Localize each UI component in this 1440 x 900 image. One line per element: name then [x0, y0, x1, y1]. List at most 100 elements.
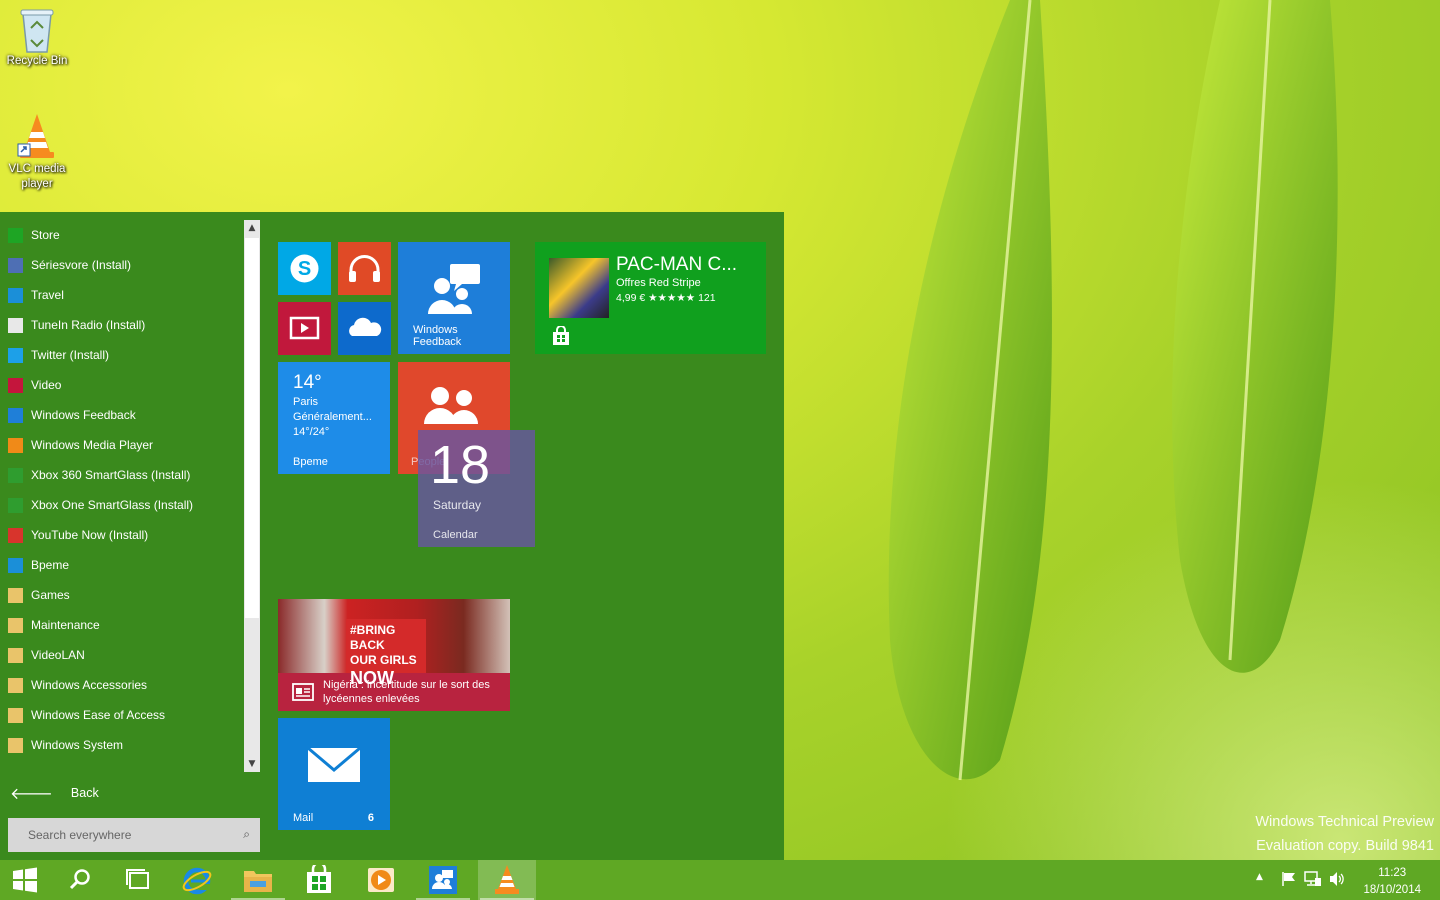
app-list-item[interactable]: Windows Media Player [0, 430, 244, 460]
app-list-item[interactable]: Games [0, 580, 244, 610]
start-button[interactable] [0, 860, 50, 900]
video-icon [289, 316, 320, 340]
app-list-item-label: Travel [31, 288, 64, 302]
media-player-icon [368, 868, 394, 892]
twitter-icon [8, 347, 23, 363]
app-list-item[interactable]: Sériesvore (Install) [0, 250, 244, 280]
mail-unread-count: 6 [367, 812, 374, 824]
scroll-down-icon[interactable]: ▼ [244, 756, 260, 772]
action-center-flag-icon[interactable] [1281, 871, 1297, 891]
app-list-item[interactable]: Windows Feedback [0, 400, 244, 430]
watermark-line-2: Evaluation copy. Build 9841 [1256, 838, 1434, 854]
vlc-cone-icon [17, 114, 54, 158]
folder-icon [8, 677, 23, 693]
news-sign-line-2: OUR GIRLS [350, 653, 417, 667]
app-list-item-label: Maintenance [31, 618, 100, 632]
app-list-item[interactable]: Windows Ease of Access [0, 700, 244, 730]
clock-time: 11:23 [1378, 867, 1407, 879]
clock-date: 18/10/2014 [1363, 884, 1421, 896]
windows-feedback-tile[interactable]: Windows Feedback [398, 242, 510, 354]
folder-icon [8, 587, 23, 603]
scroll-up-icon[interactable]: ▲ [244, 220, 260, 236]
store-button[interactable] [290, 860, 348, 900]
calendar-tile-label: Calendar [433, 529, 478, 541]
internet-explorer-icon [182, 867, 212, 895]
media-player-button[interactable] [352, 860, 410, 900]
app-list-item[interactable]: Video [0, 370, 244, 400]
back-arrow-icon: 🡐 [10, 785, 53, 803]
app-list-item[interactable]: Xbox One SmartGlass (Install) [0, 490, 244, 520]
news-photo-sign: #BRING BACK OUR GIRLS NOW [346, 619, 426, 688]
search-icon: ⌕ [243, 827, 250, 841]
app-list-item-label: YouTube Now (Install) [31, 528, 149, 542]
internet-explorer-button[interactable] [168, 860, 226, 900]
windows-feedback-button[interactable] [414, 860, 472, 900]
app-list-item-label: Windows Ease of Access [31, 708, 166, 722]
weather-temp: 14° [293, 372, 322, 393]
weather-tile[interactable]: 14° Paris Généralement... 14°/24° Bpeme [278, 362, 390, 474]
app-list-item-label: Xbox 360 SmartGlass (Install) [31, 468, 191, 482]
app-list-item[interactable]: Twitter (Install) [0, 340, 244, 370]
vlc-taskbar-button[interactable] [478, 860, 536, 900]
pacman-price-rating: 4,99 € ★★★★★ 121 [616, 292, 716, 304]
app-list-item-label: TuneIn Radio (Install) [31, 318, 146, 332]
pacman-title: PAC-MAN C... [616, 254, 738, 275]
feedback-icon [429, 866, 457, 894]
pacman-thumbnail [549, 258, 609, 318]
app-list-item-label: Games [31, 588, 70, 602]
vlc-desktop-icon[interactable]: VLC media player [1, 112, 73, 192]
app-list-item[interactable]: Bpeme [0, 550, 244, 580]
app-list-item[interactable]: Store [0, 220, 244, 250]
tunein-icon [8, 317, 23, 333]
folder-icon [244, 871, 272, 892]
skype-tile[interactable]: S [278, 242, 331, 295]
task-view-button[interactable] [110, 860, 166, 900]
recycle-bin-label: Recycle Bin [6, 55, 68, 67]
calendar-day: 18 [430, 435, 491, 495]
youtube-icon [8, 527, 23, 543]
weather-city: Paris [293, 396, 319, 408]
search-input[interactable]: Search everywhere ⌕ [8, 818, 260, 852]
folder-icon [8, 707, 23, 723]
scroll-thumb[interactable] [245, 238, 259, 618]
news-headline: Nigéria : incertitude sur le sort des ly… [323, 679, 490, 705]
app-list-item-label: VideoLAN [31, 648, 85, 662]
xbox-icon [8, 467, 23, 483]
app-list-item[interactable]: Windows System [0, 730, 244, 760]
app-list-item[interactable]: YouTube Now (Install) [0, 520, 244, 550]
app-list-item[interactable]: TuneIn Radio (Install) [0, 310, 244, 340]
app-list-item[interactable]: Travel [0, 280, 244, 310]
taskbar: ▲ 11:23 18/10/2014 [0, 860, 1440, 900]
app-list-item[interactable]: Windows Accessories [0, 670, 244, 700]
volume-icon[interactable] [1328, 871, 1346, 891]
taskbar-search-button[interactable] [52, 860, 108, 900]
weather-icon [8, 557, 23, 573]
back-button[interactable]: 🡐 Back [8, 780, 99, 806]
video-tile[interactable] [278, 302, 331, 355]
news-tile[interactable]: #BRING BACK OUR GIRLS NOW Nigéria : ince… [278, 599, 510, 711]
app-list-item[interactable]: Xbox 360 SmartGlass (Install) [0, 460, 244, 490]
build-watermark: Windows Technical Preview Evaluation cop… [1255, 810, 1434, 858]
onedrive-tile[interactable] [338, 302, 391, 355]
feedback-tile-label: Windows Feedback [413, 324, 462, 348]
app-list-item-label: Windows Media Player [31, 438, 154, 452]
skype-icon: S [290, 254, 319, 283]
recycle-bin-icon [20, 9, 54, 53]
recycle-bin-desktop-icon[interactable]: Recycle Bin [1, 6, 73, 69]
watermark-line-1: Windows Technical Preview [1255, 814, 1434, 830]
show-hidden-icons-button[interactable]: ▲ [1256, 872, 1263, 882]
store-icon [307, 865, 331, 893]
pacman-store-tile[interactable]: PAC-MAN C... Offres Red Stripe 4,99 € ★★… [535, 242, 766, 354]
apps-scrollbar[interactable]: ▲ ▼ [244, 220, 260, 772]
pacman-publisher: Offres Red Stripe [616, 277, 701, 289]
music-tile[interactable] [338, 242, 391, 295]
file-explorer-button[interactable] [229, 860, 287, 900]
calendar-tile[interactable]: 18 Saturday Calendar [418, 430, 535, 547]
mail-tile[interactable]: Mail 6 [278, 718, 390, 830]
network-icon[interactable] [1304, 871, 1322, 891]
task-view-icon [126, 869, 149, 889]
app-list-item[interactable]: Maintenance [0, 610, 244, 640]
app-list-item[interactable]: VideoLAN [0, 640, 244, 670]
clock[interactable]: 11:23 18/10/2014 [1363, 865, 1421, 899]
weather-range: 14°/24° [293, 426, 330, 438]
